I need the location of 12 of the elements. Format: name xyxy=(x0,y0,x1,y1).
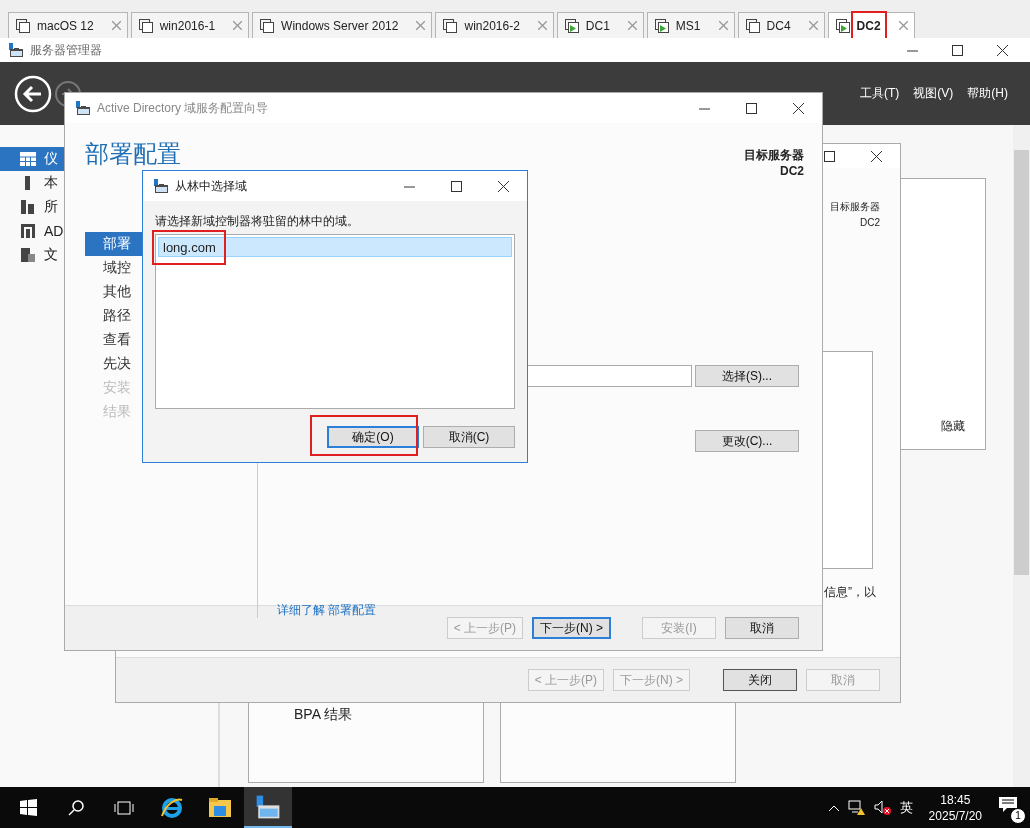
target-label: 目标服务器 xyxy=(744,147,804,163)
prompt-text: 请选择新域控制器将驻留的林中的域。 xyxy=(155,213,360,230)
dialog-title: 从林中选择域 xyxy=(175,177,247,195)
target-label: 目标服务器 xyxy=(830,200,880,214)
target-server: DC2 xyxy=(779,163,804,179)
target-server: DC2 xyxy=(859,216,880,230)
count-badge: 1 xyxy=(1010,807,1026,824)
tile-title: BPA 结果 xyxy=(294,706,353,724)
window-title: 服务器管理器 xyxy=(30,41,102,59)
info-text: 信息”，以 xyxy=(824,584,876,601)
page-heading: 部署配置 xyxy=(85,141,181,167)
window-title: Active Directory 域服务配置向导 xyxy=(97,99,269,117)
